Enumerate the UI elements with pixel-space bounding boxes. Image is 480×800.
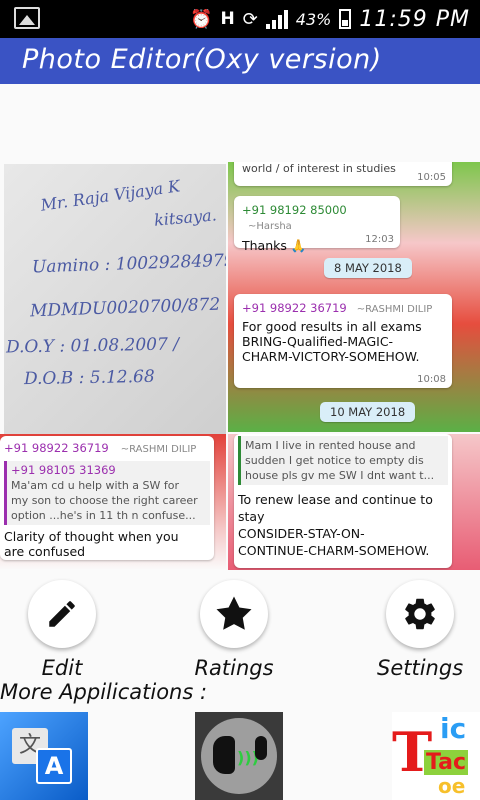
date-chip: 10 MAY 2018 [320, 402, 416, 422]
voice-app-icon[interactable]: ))) [195, 712, 283, 800]
chat-text: world / of interest in studies [242, 162, 396, 175]
pencil-icon [49, 601, 75, 627]
quoted-message: +91 98105 31369 Ma'am cd u help with a S… [4, 461, 210, 525]
translate-target-glyph-icon: A [36, 748, 72, 784]
edit-label: Edit [41, 656, 83, 680]
data-sync-icon: ⟳ [242, 8, 258, 30]
chat-screenshot-top: world / of interest in studies 10:05 +91… [228, 162, 480, 432]
quote-text: option ...he's in 11 th n confuse... [11, 509, 196, 522]
paper-line: kitsaya. [153, 205, 218, 230]
chat-bubble: world / of interest in studies 10:05 [234, 162, 452, 186]
more-apps-heading: More Appilications : [0, 680, 208, 704]
chat-text: stay [238, 509, 265, 524]
chat-sender-name: ~Harsha [248, 221, 292, 232]
quote-text: Ma'am cd u help with a SW for [11, 479, 180, 492]
handwritten-note-photo: Mr. Raja Vijaya K kitsaya. Uamino : 1002… [4, 164, 226, 434]
translate-app-icon[interactable]: 文 A [0, 712, 88, 800]
app-bar: Photo Editor(Oxy version) [0, 38, 480, 84]
chat-bubble: +91 98192 85000 ~Harsha Thanks 🙏 12:03 [234, 196, 400, 253]
ttt-letter: ic [440, 712, 467, 745]
chat-text: CONSIDER-STAY-ON- [238, 526, 365, 541]
chat-text: Clarity of thought when you [4, 529, 179, 544]
action-row: Edit Ratings Settings [0, 576, 480, 686]
main-content: Mr. Raja Vijaya K kitsaya. Uamino : 1002… [0, 84, 480, 800]
ratings-button-circle[interactable] [200, 580, 268, 648]
paper-line: Mr. Raja Vijaya K [39, 176, 182, 215]
chat-bubble: +91 98922 36719 ~RASHMI DILIP +91 98105 … [0, 436, 214, 560]
chat-sender-name: ~RASHMI DILIP [356, 304, 433, 315]
chat-screenshot-bottom-right: Mam I live in rented house and sudden I … [228, 434, 480, 570]
chat-sender: +91 98192 85000 [242, 203, 347, 217]
quote-text: sudden I get notice to empty dis [245, 454, 424, 467]
chat-text: are confused [4, 544, 86, 559]
chat-sender-name: ~RASHMI DILIP [120, 444, 197, 455]
status-icons: ⏰ H ⟳ 43% 11:59 PM [190, 5, 470, 33]
settings-button[interactable]: Settings [377, 580, 463, 680]
chat-text: CONTINUE-CHARM-SOMEHOW. [238, 543, 430, 558]
ratings-label: Ratings [194, 656, 274, 680]
chat-text: CHARM-VICTORY-SOMEHOW. [242, 349, 420, 364]
app-title: Photo Editor(Oxy version) [22, 44, 382, 75]
chat-time: 10:05 [417, 172, 446, 183]
battery-percent: 43% [295, 9, 332, 29]
chat-sender: +91 98922 36719 [4, 441, 109, 455]
network-h-icon: H [220, 9, 235, 29]
chat-text: For good results in all exams [242, 319, 422, 334]
quoted-message: Mam I live in rented house and sudden I … [238, 436, 448, 485]
signal-icon [265, 9, 288, 29]
paper-line: D.O.B : 5.12.68 [23, 366, 155, 390]
settings-label: Settings [377, 656, 464, 680]
chat-screenshot-bottom-left: +91 98922 36719 ~RASHMI DILIP +91 98105 … [0, 434, 226, 570]
gear-icon [405, 598, 435, 630]
quote-text: my son to choose the right career [11, 494, 198, 507]
ratings-button[interactable]: Ratings [194, 580, 274, 680]
status-bar: ⏰ H ⟳ 43% 11:59 PM [0, 0, 480, 38]
alarm-icon: ⏰ [190, 8, 213, 30]
edit-button[interactable]: Edit [27, 580, 97, 680]
chat-text: BRING-Qualified-MAGIC- [242, 334, 394, 349]
paper-line: Uamino : 10029284979 [31, 250, 226, 278]
settings-button-circle[interactable] [386, 580, 454, 648]
chat-time: 12:03 [365, 234, 394, 245]
paper-line: D.O.Y : 01.08.2007 / [5, 334, 180, 358]
image-notification-icon [14, 7, 40, 29]
head-silhouette-icon [213, 736, 235, 774]
quote-text: house pls gv me SW I dnt want t... [245, 469, 435, 482]
edit-button-circle[interactable] [28, 580, 96, 648]
microphone-icon [255, 736, 267, 760]
date-chip: 8 MAY 2018 [324, 258, 412, 278]
quote-text: Mam I live in rented house and [245, 439, 416, 452]
tic-tac-toe-app-icon[interactable]: T ic Tac oe [392, 712, 480, 800]
chat-text: To renew lease and continue to [238, 492, 433, 507]
chat-bubble: Mam I live in rented house and sudden I … [234, 434, 452, 568]
quote-sender: +91 98105 31369 [11, 463, 116, 477]
chat-time: 10:08 [417, 374, 446, 385]
voice-app-circle: ))) [201, 718, 277, 794]
ttt-letter: oe [438, 774, 466, 798]
chat-bubble: +91 98922 36719 ~RASHMI DILIP For good r… [234, 294, 452, 388]
paper-line: MDMDU0020700/872 [29, 294, 221, 322]
star-icon [216, 596, 252, 630]
ttt-letter: Tac [424, 750, 469, 775]
chat-sender: +91 98922 36719 [242, 301, 347, 315]
battery-icon [339, 9, 352, 29]
clock: 11:59 PM [359, 6, 470, 32]
